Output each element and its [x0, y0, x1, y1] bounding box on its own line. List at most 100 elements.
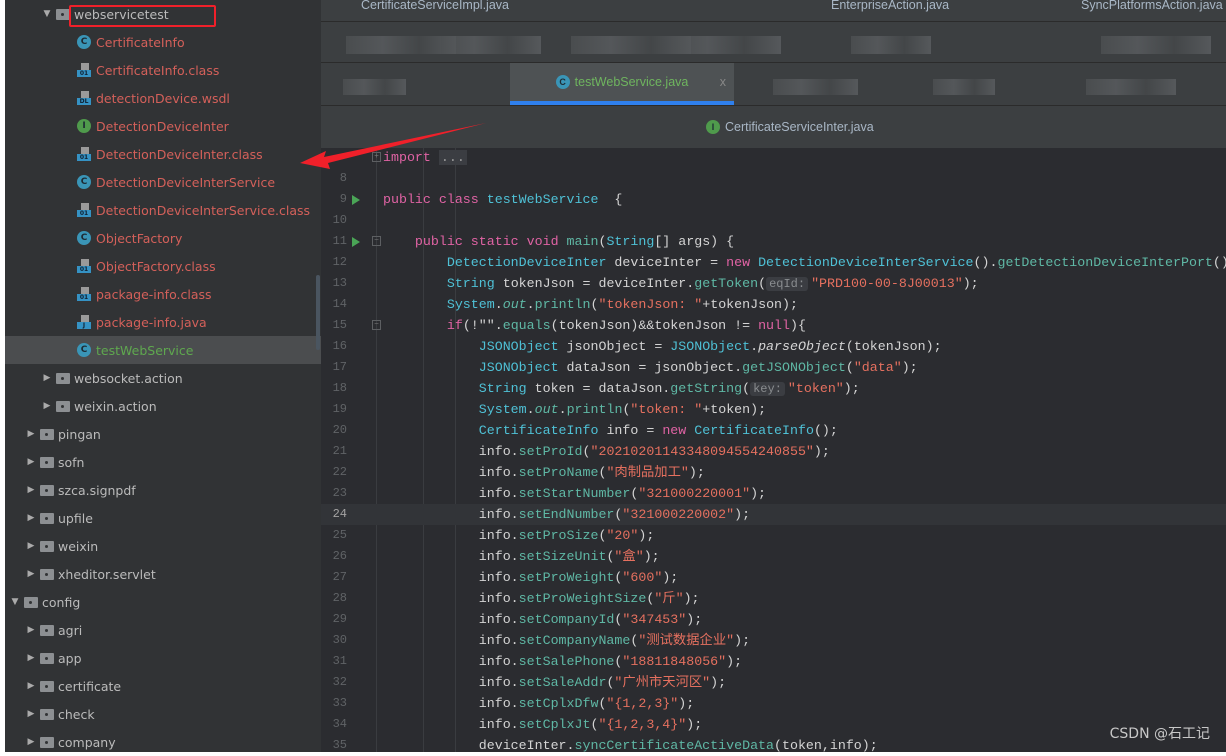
tree-item-testwebservice[interactable]: CtestWebService: [5, 336, 321, 364]
code-line[interactable]: 19 System.out.println("token: "+token);: [321, 399, 1226, 420]
tree-item-detectiondevice-wsdl[interactable]: DL detectionDevice.wsdl: [5, 84, 321, 112]
code-line[interactable]: 22 info.setProName("肉制品加工");: [321, 462, 1226, 483]
chevron-right-icon[interactable]: ▶: [25, 457, 37, 467]
code-line[interactable]: 9 public class testWebService {: [321, 189, 1226, 210]
tree-item-app[interactable]: ▶ app: [5, 644, 321, 672]
code-token: new: [726, 255, 759, 270]
tab-certificate-service-impl[interactable]: CertificateServiceImpl.java: [361, 0, 509, 15]
tab-row-1: CertificateServiceImpl.java EnterpriseAc…: [321, 0, 1226, 22]
code-line[interactable]: 25 info.setProSize("20");: [321, 525, 1226, 546]
code-token: "20210201143348094554240855": [590, 444, 814, 459]
code-line[interactable]: 31 info.setSalePhone("18811848056");: [321, 651, 1226, 672]
code-line[interactable]: 24 info.setEndNumber("321000220002");: [321, 504, 1226, 525]
code-line[interactable]: 32 info.setSaleAddr("广州市天河区");: [321, 672, 1226, 693]
tab-enterprise-action[interactable]: EnterpriseAction.java: [831, 0, 949, 15]
tree-item-websocket-action[interactable]: ▶ websocket.action: [5, 364, 321, 392]
code-line[interactable]: 21 info.setProId("2021020114334809455424…: [321, 441, 1226, 462]
code-line[interactable]: 29 info.setCompanyId("347453");: [321, 609, 1226, 630]
tab-sync-platforms-action[interactable]: SyncPlatformsAction.java: [1081, 0, 1223, 15]
chevron-down-icon[interactable]: ▼: [9, 597, 21, 607]
tree-item-weixin[interactable]: ▶ weixin: [5, 532, 321, 560]
tree-item-certificate[interactable]: ▶ certificate: [5, 672, 321, 700]
line-number: 9: [339, 192, 347, 206]
code-token: );: [686, 612, 703, 627]
fold-marker-icon[interactable]: −: [372, 320, 381, 330]
code-line[interactable]: 16 JSONObject jsonObject = JSONObject.pa…: [321, 336, 1226, 357]
chevron-down-icon[interactable]: ▼: [41, 9, 53, 19]
tree-item-label: weixin.action: [74, 398, 157, 414]
code-line[interactable]: 15 − if(!"".equals(tokenJson)&&tokenJson …: [321, 315, 1226, 336]
tree-item-xheditor-servlet[interactable]: ▶ xheditor.servlet: [5, 560, 321, 588]
tree-item-detectiondeviceinterservice[interactable]: C DetectionDeviceInterService: [5, 168, 321, 196]
tab-certificate-service-inter[interactable]: I CertificateServiceInter.java: [706, 106, 874, 148]
chevron-right-icon[interactable]: ▶: [25, 513, 37, 523]
tree-item-certificateinfo[interactable]: C CertificateInfo: [5, 28, 321, 56]
tree-item-upfile[interactable]: ▶ upfile: [5, 504, 321, 532]
code-token: (!"".: [462, 318, 503, 333]
code-line[interactable]: 34 info.setCplxJt("{1,2,3,4}");: [321, 714, 1226, 735]
code-line[interactable]: 10: [321, 210, 1226, 231]
tree-item-sofn[interactable]: ▶ sofn: [5, 448, 321, 476]
code-token: setStartNumber: [518, 486, 631, 501]
tree-item-label: package-info.class: [96, 286, 212, 302]
tree-item-agri[interactable]: ▶ agri: [5, 616, 321, 644]
code-line[interactable]: 14 System.out.println("tokenJson: "+toke…: [321, 294, 1226, 315]
chevron-right-icon[interactable]: ▶: [25, 485, 37, 495]
tree-item-certificateinfo-class[interactable]: 01 CertificateInfo.class: [5, 56, 321, 84]
code-line[interactable]: 35 deviceInter.syncCertificateActiveData…: [321, 735, 1226, 756]
code-line[interactable]: 17 JSONObject dataJson = jsonObject.getJ…: [321, 357, 1226, 378]
chevron-right-icon[interactable]: ▶: [25, 625, 37, 635]
close-tab-icon[interactable]: x: [720, 75, 726, 89]
chevron-right-icon[interactable]: ▶: [25, 681, 37, 691]
tree-item-detectiondeviceinter[interactable]: I DetectionDeviceInter: [5, 112, 321, 140]
tree-item-company[interactable]: ▶ company: [5, 728, 321, 752]
code-token: info.: [383, 675, 519, 690]
package-folder-icon: [40, 708, 54, 720]
chevron-right-icon[interactable]: ▶: [25, 709, 37, 719]
tree-item-config[interactable]: ▼ config: [5, 588, 321, 616]
code-editor[interactable]: + import ... 8 9 public class testWebService…: [321, 148, 1226, 753]
chevron-right-icon[interactable]: ▶: [25, 429, 37, 439]
code-token: JSONObject: [670, 339, 751, 354]
tree-item-package-info-class[interactable]: 01 package-info.class: [5, 280, 321, 308]
code-line[interactable]: 12 DetectionDeviceInter deviceInter = ne…: [321, 252, 1226, 273]
code-token: {: [598, 192, 623, 207]
sidebar-scrollbar[interactable]: [316, 275, 320, 350]
chevron-right-icon[interactable]: ▶: [25, 569, 37, 579]
chevron-right-icon[interactable]: ▶: [25, 653, 37, 663]
code-line[interactable]: 18 String token = dataJson.getString(key…: [321, 378, 1226, 399]
code-text: System.out.println("token: "+token);: [383, 399, 766, 420]
code-line[interactable]: 30 info.setCompanyName("测试数据企业");: [321, 630, 1226, 651]
tree-item-detectiondeviceinterservice-class[interactable]: 01 DetectionDeviceInterService.class: [5, 196, 321, 224]
code-line[interactable]: 11 − public static void main(String[] arg…: [321, 231, 1226, 252]
chevron-right-icon[interactable]: ▶: [41, 373, 53, 383]
code-line[interactable]: 28 info.setProWeightSize("斤");: [321, 588, 1226, 609]
tree-item-detectiondeviceinter-class[interactable]: 01 DetectionDeviceInter.class: [5, 140, 321, 168]
code-token: info.: [383, 507, 519, 522]
tree-item-pingan[interactable]: ▶ pingan: [5, 420, 321, 448]
code-line[interactable]: 27 info.setProWeight("600");: [321, 567, 1226, 588]
tree-item-objectfactory[interactable]: C ObjectFactory: [5, 224, 321, 252]
chevron-right-icon[interactable]: ▶: [25, 737, 37, 747]
package-folder-icon: [40, 652, 54, 664]
tab-test-web-service-active[interactable]: C testWebService.java x: [510, 63, 734, 105]
run-icon[interactable]: [352, 195, 360, 205]
code-line[interactable]: 26 info.setSizeUnit("盒");: [321, 546, 1226, 567]
code-line[interactable]: 33 info.setCplxDfw("{1,2,3}");: [321, 693, 1226, 714]
code-line[interactable]: 23 info.setStartNumber("321000220001");: [321, 483, 1226, 504]
tree-item-check[interactable]: ▶ check: [5, 700, 321, 728]
code-token: setSalePhone: [518, 654, 615, 669]
tree-item-szca-signpdf[interactable]: ▶ szca.signpdf: [5, 476, 321, 504]
chevron-right-icon[interactable]: ▶: [41, 401, 53, 411]
code-token: (: [590, 297, 599, 312]
chevron-right-icon[interactable]: ▶: [25, 541, 37, 551]
fold-marker-icon[interactable]: −: [372, 236, 381, 246]
line-number: 31: [332, 654, 347, 668]
run-icon[interactable]: [352, 237, 360, 247]
tree-item-package-info-java[interactable]: Jpackage-info.java: [5, 308, 321, 336]
code-line[interactable]: 13 String tokenJson = deviceInter.getTok…: [321, 273, 1226, 294]
code-line[interactable]: 20 CertificateInfo info = new Certificat…: [321, 420, 1226, 441]
tree-item-objectfactory-class[interactable]: 01 ObjectFactory.class: [5, 252, 321, 280]
tree-item-weixin-action[interactable]: ▶ weixin.action: [5, 392, 321, 420]
